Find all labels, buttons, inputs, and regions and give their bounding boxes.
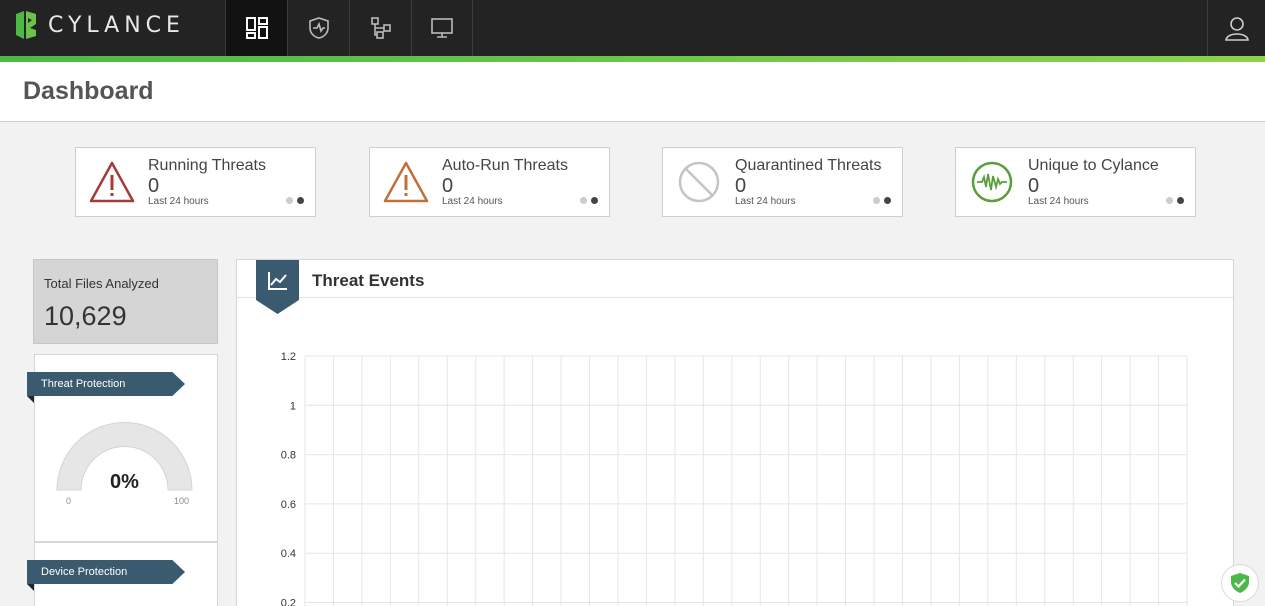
pager-dot-active[interactable]: [297, 197, 304, 204]
pager-dot-active[interactable]: [1177, 197, 1184, 204]
gauge-value: 0%: [110, 471, 139, 493]
flag-fold: [27, 396, 34, 403]
card-label: Auto-Run Threats: [442, 157, 568, 174]
cylance-logo[interactable]: CYLANCE: [14, 10, 185, 40]
nav-dashboard[interactable]: [225, 0, 287, 56]
card-subtitle: Last 24 hours: [148, 196, 209, 207]
card-label: Running Threats: [148, 157, 266, 174]
card-value: 0: [735, 175, 747, 197]
dashboard-icon: [245, 17, 268, 39]
total-files-label: Total Files Analyzed: [44, 276, 159, 291]
card-subtitle: Last 24 hours: [1028, 196, 1089, 207]
card-value: 0: [442, 175, 454, 197]
user-menu-button[interactable]: [1207, 0, 1265, 56]
chart-y-tick-label: 0.6: [281, 499, 296, 511]
network-icon: [370, 17, 391, 39]
chart-y-tick-label: 0.2: [281, 598, 296, 606]
card-value: 0: [1028, 175, 1040, 197]
chart-y-tick-label: 1: [290, 400, 296, 412]
card-pager[interactable]: [580, 197, 598, 204]
waveform-icon: [971, 161, 1013, 203]
total-files-analyzed: Total Files Analyzed 10,629: [33, 259, 218, 344]
pager-dot[interactable]: [873, 197, 880, 204]
card-running-threats[interactable]: Running Threats 0 Last 24 hours: [75, 147, 316, 217]
card-quarantined-threats[interactable]: Quarantined Threats 0 Last 24 hours: [662, 147, 903, 217]
card-subtitle: Last 24 hours: [735, 196, 796, 207]
top-nav-bar: CYLANCE: [0, 0, 1265, 56]
card-subtitle: Last 24 hours: [442, 196, 503, 207]
pager-dot[interactable]: [286, 197, 293, 204]
shield-pulse-icon: [308, 17, 329, 39]
card-pager[interactable]: [286, 197, 304, 204]
brand-name: CYLANCE: [48, 12, 185, 38]
card-pager[interactable]: [1166, 197, 1184, 204]
warning-icon: [383, 161, 429, 203]
pager-dot[interactable]: [1166, 197, 1173, 204]
pager-dot-active[interactable]: [884, 197, 891, 204]
card-auto-run-threats[interactable]: Auto-Run Threats 0 Last 24 hours: [369, 147, 610, 217]
main-nav: [225, 0, 473, 56]
device-protection-flag: Device Protection: [27, 560, 185, 584]
chart-y-tick-label: 0.4: [281, 548, 296, 560]
monitor-icon: [431, 18, 453, 38]
gauge-max: 100: [174, 496, 190, 506]
pager-dot[interactable]: [580, 197, 587, 204]
threat-events-chart: 1.2 1 0.8 0.6 0.4 0.2: [281, 351, 1188, 606]
page-title: Dashboard: [23, 77, 154, 105]
card-pager[interactable]: [873, 197, 891, 204]
warning-icon: [89, 161, 135, 203]
nav-protection[interactable]: [287, 0, 349, 56]
card-label: Unique to Cylance: [1028, 157, 1159, 174]
blocked-icon: [678, 161, 720, 203]
total-files-value: 10,629: [44, 301, 127, 331]
chart-title: Threat Events: [312, 271, 425, 290]
card-label: Quarantined Threats: [735, 157, 882, 174]
chart-header: Threat Events: [237, 260, 1233, 298]
flag-fold: [27, 584, 34, 591]
pager-dot-active[interactable]: [591, 197, 598, 204]
nav-zones[interactable]: [349, 0, 411, 56]
user-icon: [1224, 17, 1249, 41]
cylance-leaf-icon: [16, 11, 36, 39]
page-header: Dashboard: [0, 62, 1265, 122]
chart-y-tick-label: 1.2: [281, 351, 296, 363]
gauge-min: 0: [66, 496, 72, 506]
chart-y-tick-label: 0.8: [281, 450, 296, 462]
chart-badge: [256, 260, 299, 314]
protection-status-button[interactable]: [1221, 564, 1259, 602]
card-value: 0: [148, 175, 160, 197]
card-unique-to-cylance[interactable]: Unique to Cylance 0 Last 24 hours: [955, 147, 1196, 217]
threat-protection-flag: Threat Protection: [27, 372, 185, 396]
shield-check-icon: [1231, 573, 1249, 593]
nav-devices[interactable]: [411, 0, 473, 56]
